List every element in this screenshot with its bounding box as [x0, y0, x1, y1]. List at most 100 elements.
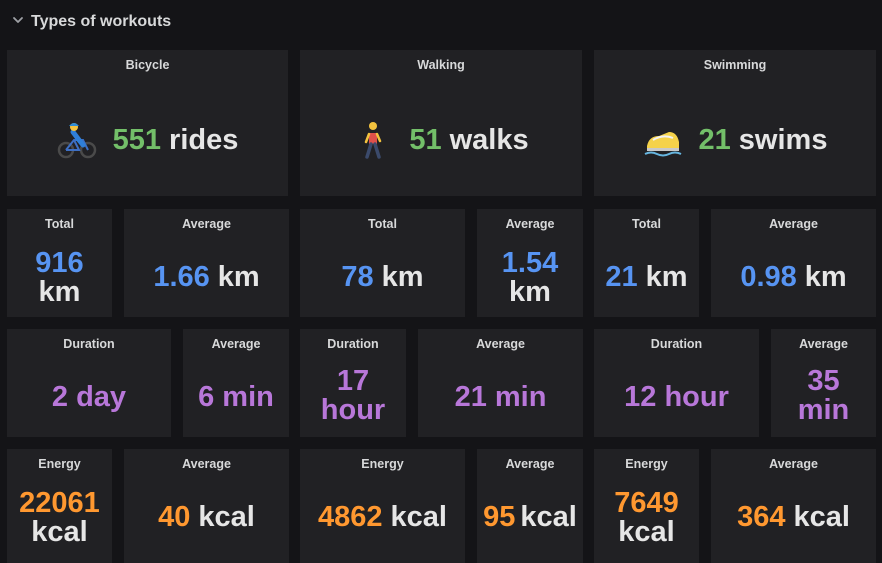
panel-walking-average-duration[interactable]: Average 21 min	[418, 329, 583, 437]
panel-title: Duration	[650, 337, 703, 351]
panel-bicycle-average-duration[interactable]: Average 6 min	[183, 329, 289, 437]
stat-unit: km	[645, 260, 688, 293]
stat-unit: kcal	[390, 500, 447, 533]
panel-walking[interactable]: Walking 51 walks	[300, 50, 582, 196]
distance-total-stat: 21 km	[594, 261, 699, 293]
stat-unit: km	[38, 276, 81, 308]
stat-value: 0.98	[740, 260, 797, 293]
stat-value-line2: min	[797, 394, 850, 426]
panel-swimming-average-duration[interactable]: Average 35 min	[771, 329, 876, 437]
panel-title: Average	[769, 217, 818, 231]
panel-title: Average	[211, 337, 261, 351]
stat-unit: kcal	[793, 500, 850, 533]
workout-count-stat: 21 swims	[594, 120, 876, 160]
duration-total-stat: 12 hour	[594, 381, 759, 413]
stat-value-line1: 35	[807, 365, 840, 397]
stat-unit: km	[217, 260, 260, 293]
panel-title: Average	[769, 457, 818, 471]
workout-count-unit: swims	[738, 123, 828, 156]
panel-title: Duration	[63, 337, 115, 351]
energy-total-stat: 4862 kcal	[300, 501, 465, 533]
panel-walking-duration[interactable]: Duration 17 hour	[300, 329, 406, 437]
row-header-types-of-workouts[interactable]: Types of workouts	[0, 0, 882, 44]
stat-value: 6 min	[198, 380, 274, 413]
workout-count-unit: rides	[169, 123, 239, 156]
duration-total-stat: 2 day	[7, 381, 171, 413]
panel-swimming[interactable]: Swimming 21 swims	[594, 50, 876, 196]
panel-title: Total	[368, 217, 397, 231]
workout-count-value: 551	[112, 123, 162, 156]
stat-unit: km	[381, 260, 424, 293]
panel-bicycle-total-distance[interactable]: Total 916 km	[7, 209, 112, 317]
bicycle-rider-icon	[57, 123, 96, 159]
panel-swimming-energy[interactable]: Energy 7649 kcal	[594, 449, 699, 563]
panel-title: Average	[505, 217, 555, 231]
panel-swimming-duration[interactable]: Duration 12 hour	[594, 329, 759, 437]
stat-value: 2 day	[51, 380, 127, 413]
stat-value: 1.54	[501, 247, 559, 279]
panel-title: Total	[45, 217, 74, 231]
energy-total-stat: 22061 kcal	[7, 489, 112, 547]
distance-total-stat: 916 km	[7, 249, 112, 307]
stat-value: 21	[605, 260, 638, 293]
panel-title: Average	[182, 217, 231, 231]
distance-average-stat: 0.98 km	[711, 261, 876, 293]
panel-walking-average-energy[interactable]: Average 95 kcal	[477, 449, 583, 563]
panel-bicycle[interactable]: Bicycle 551 rides	[7, 50, 288, 196]
panel-title: Bicycle	[125, 58, 170, 72]
panel-title: Energy	[38, 457, 81, 471]
panel-title: Average	[505, 457, 555, 471]
duration-average-stat: 6 min	[183, 381, 289, 413]
chevron-down-icon[interactable]	[12, 14, 24, 26]
energy-average-stat: 364 kcal	[711, 501, 876, 533]
panel-walking-total-distance[interactable]: Total 78 km	[300, 209, 465, 317]
row-title: Types of workouts	[31, 13, 172, 30]
duration-average-stat: 21 min	[418, 381, 583, 413]
swimming-shoe-icon	[644, 132, 681, 157]
duration-total-stat: 17 hour	[300, 367, 406, 425]
stat-unit: kcal	[198, 500, 255, 533]
workout-count-stat: 551 rides	[7, 120, 288, 160]
energy-average-stat: 95 kcal	[477, 501, 583, 533]
workout-count-unit: walks	[449, 123, 529, 156]
panel-title: Walking	[417, 58, 465, 72]
panel-bicycle-duration[interactable]: Duration 2 day	[7, 329, 171, 437]
stat-value: 22061	[19, 487, 100, 519]
panel-swimming-total-distance[interactable]: Total 21 km	[594, 209, 699, 317]
workout-count-value: 21	[698, 123, 731, 156]
panel-title: Average	[799, 337, 848, 351]
panel-swimming-average-energy[interactable]: Average 364 kcal	[711, 449, 876, 563]
workout-count-stat: 51 walks	[300, 120, 582, 160]
stat-value: 364	[737, 500, 786, 533]
walking-person-icon	[365, 122, 382, 159]
panel-bicycle-average-distance[interactable]: Average 1.66 km	[124, 209, 289, 317]
panel-title: Energy	[361, 457, 404, 471]
energy-total-stat: 7649 kcal	[594, 489, 699, 547]
panel-swimming-average-distance[interactable]: Average 0.98 km	[711, 209, 876, 317]
panel-title: Average	[476, 337, 525, 351]
panel-walking-average-distance[interactable]: Average 1.54 km	[477, 209, 583, 317]
distance-total-stat: 78 km	[300, 261, 465, 293]
energy-average-stat: 40 kcal	[124, 501, 289, 533]
panel-title: Energy	[625, 457, 668, 471]
distance-average-stat: 1.54 km	[477, 249, 583, 307]
stat-value-line1: 17	[336, 365, 370, 397]
duration-average-stat: 35 min	[771, 367, 876, 425]
workout-count-value: 51	[409, 123, 442, 156]
stat-value: 95	[483, 500, 516, 533]
stat-value: 12 hour	[624, 380, 729, 413]
stat-unit: kcal	[520, 500, 577, 533]
stat-unit: kcal	[618, 516, 675, 548]
panel-bicycle-average-energy[interactable]: Average 40 kcal	[124, 449, 289, 563]
panel-bicycle-energy[interactable]: Energy 22061 kcal	[7, 449, 112, 563]
stat-unit: km	[509, 276, 551, 308]
stat-value: 916	[35, 247, 84, 279]
stat-value: 40	[158, 500, 191, 533]
stat-unit: kcal	[31, 516, 88, 548]
stat-value: 1.66	[153, 260, 210, 293]
distance-average-stat: 1.66 km	[124, 261, 289, 293]
stat-value: 7649	[614, 487, 679, 519]
stat-value: 21 min	[454, 380, 547, 413]
panel-title: Average	[182, 457, 231, 471]
panel-walking-energy[interactable]: Energy 4862 kcal	[300, 449, 465, 563]
